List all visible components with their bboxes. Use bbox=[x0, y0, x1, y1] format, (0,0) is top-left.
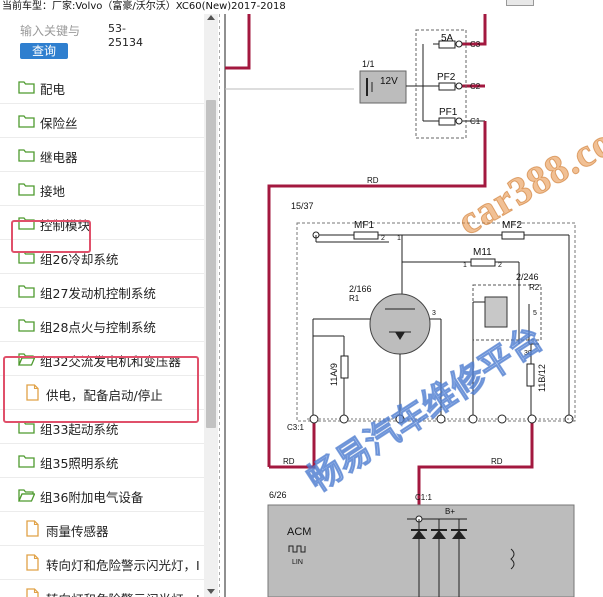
left-panel: 查询 53- 25134 配电保险丝继电器接地控制模块组26冷却系统组27发动机… bbox=[0, 14, 218, 597]
label-mf1: MF1 bbox=[354, 220, 374, 231]
tree-item-label: 保险丝 bbox=[40, 116, 78, 131]
document-icon bbox=[26, 520, 39, 537]
label-r2: R2 bbox=[529, 283, 540, 292]
label-lin: LIN bbox=[292, 559, 303, 566]
tree-folder-item[interactable]: 保险丝 bbox=[0, 104, 205, 138]
scroll-down-arrow-icon[interactable] bbox=[207, 589, 215, 594]
tree-scrollbar[interactable] bbox=[204, 14, 218, 597]
tree-folder-item[interactable]: 组28点火与控制系统 bbox=[0, 308, 205, 342]
tree-item-label: 组27发动机控制系统 bbox=[40, 286, 156, 301]
label-m11: M11 bbox=[473, 247, 492, 258]
label-r1: R1 bbox=[349, 294, 360, 303]
tree-folder-item[interactable]: 继电器 bbox=[0, 138, 205, 172]
document-icon bbox=[26, 554, 39, 571]
search-button[interactable]: 查询 bbox=[20, 43, 68, 59]
tree-item-label: 组36附加电气设备 bbox=[40, 490, 144, 505]
search-input[interactable] bbox=[20, 23, 104, 39]
tree-file-item[interactable]: 转向灯和危险警示闪光灯，I bbox=[0, 546, 205, 580]
tree-item-label: 转向灯和危险警示闪光灯，I bbox=[46, 558, 200, 573]
label-c2: C2 bbox=[470, 82, 481, 91]
search-code: 53- 25134 bbox=[108, 22, 168, 50]
label-12v: 12V bbox=[380, 76, 398, 87]
folder-icon bbox=[18, 216, 35, 230]
category-tree: 配电保险丝继电器接地控制模块组26冷却系统组27发动机控制系统 组28点火与控制系… bbox=[0, 70, 205, 597]
tree-folder-item[interactable]: 组32交流发电机和变压器 bbox=[0, 342, 205, 376]
label-acm: ACM bbox=[287, 526, 311, 538]
tree-item-label: 雨量传感器 bbox=[46, 524, 109, 539]
pin-r2-5: 5 bbox=[533, 310, 537, 317]
wiring-diagram-svg: 5A C3 PF2 C2 PF1 C1 1/1 12V RD 15/37 MF1… bbox=[219, 14, 576, 597]
toolbar-button[interactable] bbox=[506, 0, 534, 6]
tree-item-label: 组28点火与控制系统 bbox=[40, 320, 156, 335]
label-pf2: PF2 bbox=[437, 72, 456, 83]
label-5a: 5A bbox=[441, 33, 454, 44]
pin-r2-30: 30 bbox=[524, 350, 532, 357]
folder-icon bbox=[18, 318, 35, 332]
tree-item-label: 供电，配备启动/停止 bbox=[46, 388, 163, 403]
pin-r1-3: 3 bbox=[432, 310, 436, 317]
tree-file-item[interactable]: 供电，配备启动/停止 bbox=[0, 376, 205, 410]
label-rd-left: RD bbox=[283, 457, 295, 466]
tree-item-label: 继电器 bbox=[40, 150, 78, 165]
tree-folder-item[interactable]: 组35照明系统 bbox=[0, 444, 205, 478]
tree-item-label: 配电 bbox=[40, 82, 66, 97]
tree-item-label: 转向灯和危险警示闪光灯，I bbox=[46, 589, 200, 597]
folder-icon bbox=[18, 182, 35, 196]
tree-folder-item[interactable]: 组36附加电气设备 bbox=[0, 478, 205, 512]
tree-file-item[interactable]: 雨量传感器 bbox=[0, 512, 205, 546]
label-c1: C1 bbox=[470, 117, 481, 126]
document-icon bbox=[26, 588, 39, 597]
tree-item-label: 控制模块 bbox=[40, 218, 91, 233]
vehicle-label: 当前车型：厂家:Volvo（富豪/沃尔沃）XC60(New)2017-2018 bbox=[2, 1, 286, 12]
label-mf2: MF2 bbox=[502, 220, 522, 231]
folder-icon bbox=[18, 420, 35, 434]
scroll-thumb[interactable] bbox=[206, 100, 216, 428]
tree-folder-item[interactable]: 组27发动机控制系统 bbox=[0, 274, 205, 308]
pin-mf1-2: 2 bbox=[381, 235, 385, 242]
label-c1-1: C1:1 bbox=[415, 493, 432, 502]
label-2-166: 2/166 bbox=[349, 284, 372, 294]
tree-item-label: 接地 bbox=[40, 184, 66, 199]
folder-icon bbox=[18, 284, 35, 298]
pin-m11-2: 2 bbox=[498, 262, 502, 269]
folder-icon bbox=[18, 148, 35, 162]
folder-icon bbox=[18, 250, 35, 264]
label-c3: C3 bbox=[470, 40, 481, 49]
pin-m11-1: 1 bbox=[463, 262, 467, 269]
tree-folder-item[interactable]: 接地 bbox=[0, 172, 205, 206]
label-2-246: 2/246 bbox=[516, 272, 539, 282]
document-icon bbox=[26, 384, 39, 401]
scroll-up-arrow-icon[interactable] bbox=[207, 15, 215, 20]
tree-item-label: 组32交流发电机和变压器 bbox=[40, 354, 181, 369]
wiring-diagram[interactable]: 5A C3 PF2 C2 PF1 C1 1/1 12V RD 15/37 MF1… bbox=[219, 14, 603, 597]
label-rd-top: RD bbox=[367, 176, 379, 185]
tree-folder-item[interactable]: 组33起动系统 bbox=[0, 410, 205, 444]
label-11b-12: 11B/12 bbox=[537, 364, 547, 392]
label-b-plus: B+ bbox=[445, 507, 455, 516]
label-11a-9: 11A/9 bbox=[329, 363, 339, 386]
top-bar: 当前车型：厂家:Volvo（富豪/沃尔沃）XC60(New)2017-2018 bbox=[0, 0, 603, 14]
tree-folder-item[interactable]: 配电 bbox=[0, 70, 205, 104]
folder-open-icon bbox=[18, 352, 36, 366]
folder-icon bbox=[18, 80, 35, 94]
folder-open-icon bbox=[18, 488, 36, 502]
label-pf1: PF1 bbox=[439, 107, 458, 118]
search-area: 查询 53- 25134 bbox=[18, 20, 208, 64]
label-1-1: 1/1 bbox=[362, 59, 375, 69]
tree-file-item[interactable]: 转向灯和危险警示闪光灯，I bbox=[0, 580, 205, 597]
label-15-37: 15/37 bbox=[291, 201, 314, 211]
code-line-2: 25134 bbox=[108, 36, 143, 49]
tree-folder-item[interactable]: 控制模块 bbox=[0, 206, 205, 240]
tree-item-label: 组26冷却系统 bbox=[40, 252, 119, 267]
tree-item-label: 组33起动系统 bbox=[40, 422, 119, 437]
pin-mf1-1: 1 bbox=[397, 235, 401, 242]
folder-icon bbox=[18, 114, 35, 128]
label-rd-right: RD bbox=[491, 457, 503, 466]
label-6-26: 6/26 bbox=[269, 490, 287, 500]
code-line-1: 53- bbox=[108, 22, 126, 35]
label-c3-1: C3:1 bbox=[287, 423, 304, 432]
tree-folder-item[interactable]: 组26冷却系统 bbox=[0, 240, 205, 274]
tree-item-label: 组35照明系统 bbox=[40, 456, 119, 471]
folder-icon bbox=[18, 454, 35, 468]
